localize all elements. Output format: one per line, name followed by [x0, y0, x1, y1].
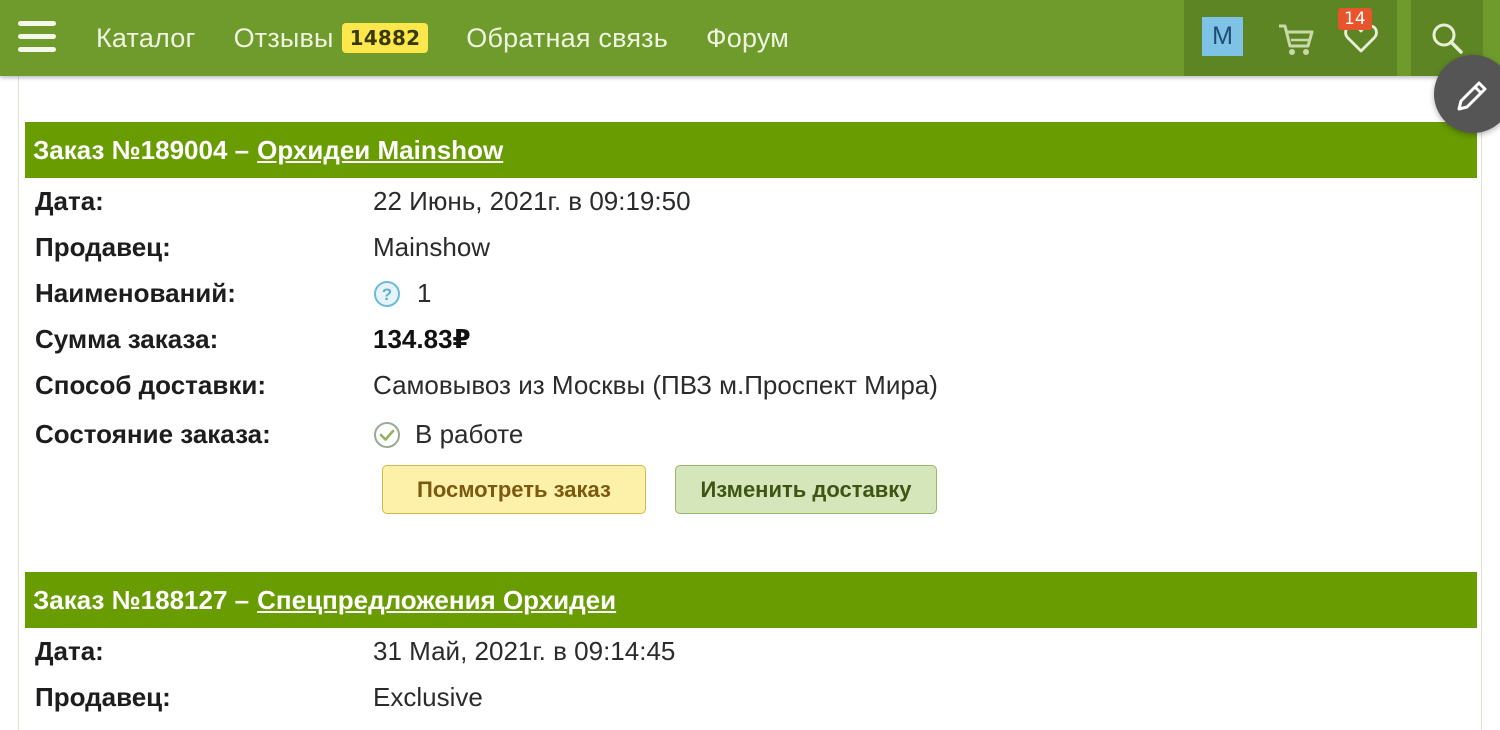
date-label: Дата: — [35, 186, 104, 216]
nav-catalog-link[interactable]: Каталог — [96, 23, 196, 54]
hamburger-menu-icon[interactable] — [14, 16, 60, 58]
order-date-row: Дата: 22 Июнь, 2021г. в 09:19:50 — [35, 186, 691, 217]
nav-reviews-link[interactable]: Отзывы 14882 — [234, 23, 429, 54]
items-count: 1 — [417, 278, 432, 308]
order-shop-link[interactable]: Орхидеи Mainshow — [257, 135, 503, 166]
items-value-wrap: ? 1 — [373, 278, 431, 309]
cart-icon[interactable] — [1276, 20, 1316, 58]
svg-text:?: ? — [382, 285, 392, 304]
order-card: Заказ №189004 – Орхидеи Mainshow — [25, 122, 1477, 178]
pencil-icon — [1457, 81, 1487, 111]
order-seller-row: Продавец: Mainshow — [35, 232, 490, 263]
order-number: Заказ №188127 – — [33, 584, 250, 615]
top-navigation-bar: Каталог Отзывы 14882 Обратная связь Фору… — [0, 0, 1500, 76]
order-delivery-row: Способ доставки: Самовывоз из Москвы (ПВ… — [35, 370, 938, 401]
change-delivery-button[interactable]: Изменить доставку — [675, 465, 937, 514]
order-date-row: Дата: 31 Май, 2021г. в 09:14:45 — [35, 636, 675, 667]
order-card: Заказ №188127 – Спецпредложения Орхидеи — [25, 572, 1477, 628]
seller-value: Exclusive — [373, 682, 483, 712]
view-order-button[interactable]: Посмотреть заказ — [382, 465, 646, 514]
order-seller-row: Продавец: Exclusive — [35, 682, 483, 713]
nav-forum-link[interactable]: Форум — [706, 23, 789, 54]
order-items-row: Наименований: ? 1 — [35, 278, 431, 309]
seller-label: Продавец: — [35, 232, 171, 262]
order-number: Заказ №189004 – — [33, 134, 250, 165]
order-status-row: Состояние заказа: В работе — [35, 419, 523, 450]
check-circle-icon — [374, 421, 400, 448]
orders-list: Заказ №189004 – Орхидеи Mainshow Дата: 2… — [18, 76, 1482, 730]
items-label: Наименований: — [35, 278, 236, 308]
delivery-label: Способ доставки: — [35, 370, 266, 400]
date-label: Дата: — [35, 636, 104, 666]
order-shop-link[interactable]: Спецпредложения Орхидеи — [257, 585, 616, 616]
status-label: Состояние заказа: — [35, 419, 271, 449]
seller-value: Mainshow — [373, 232, 491, 262]
favorites-count-badge: 14 — [1338, 8, 1372, 30]
sum-value: 134.83₽ — [373, 324, 471, 354]
main-nav: Каталог Отзывы 14882 Обратная связь Фору… — [96, 0, 827, 76]
sum-label: Сумма заказа: — [35, 324, 219, 354]
seller-label: Продавец: — [35, 682, 171, 712]
order-header: Заказ №188127 – Спецпредложения Орхидеи — [25, 572, 1477, 628]
user-panel: M 14 — [1184, 0, 1397, 76]
reviews-count-badge: 14882 — [341, 23, 429, 53]
search-icon[interactable] — [1429, 20, 1465, 56]
date-value: 31 Май, 2021г. в 09:14:45 — [373, 636, 676, 666]
order-header: Заказ №189004 – Орхидеи Mainshow — [25, 122, 1477, 178]
order-sum-row: Сумма заказа: 134.83₽ — [35, 324, 471, 355]
date-value: 22 Июнь, 2021г. в 09:19:50 — [373, 186, 691, 216]
nav-reviews-label: Отзывы — [233, 22, 334, 53]
question-icon[interactable]: ? — [373, 280, 401, 308]
nav-feedback-link[interactable]: Обратная связь — [466, 23, 668, 54]
avatar[interactable]: M — [1202, 17, 1243, 56]
status-text: В работе — [415, 419, 524, 449]
delivery-value: Самовывоз из Москвы (ПВЗ м.Проспект Мира… — [373, 370, 938, 400]
status-value-wrap: В работе — [373, 419, 523, 450]
